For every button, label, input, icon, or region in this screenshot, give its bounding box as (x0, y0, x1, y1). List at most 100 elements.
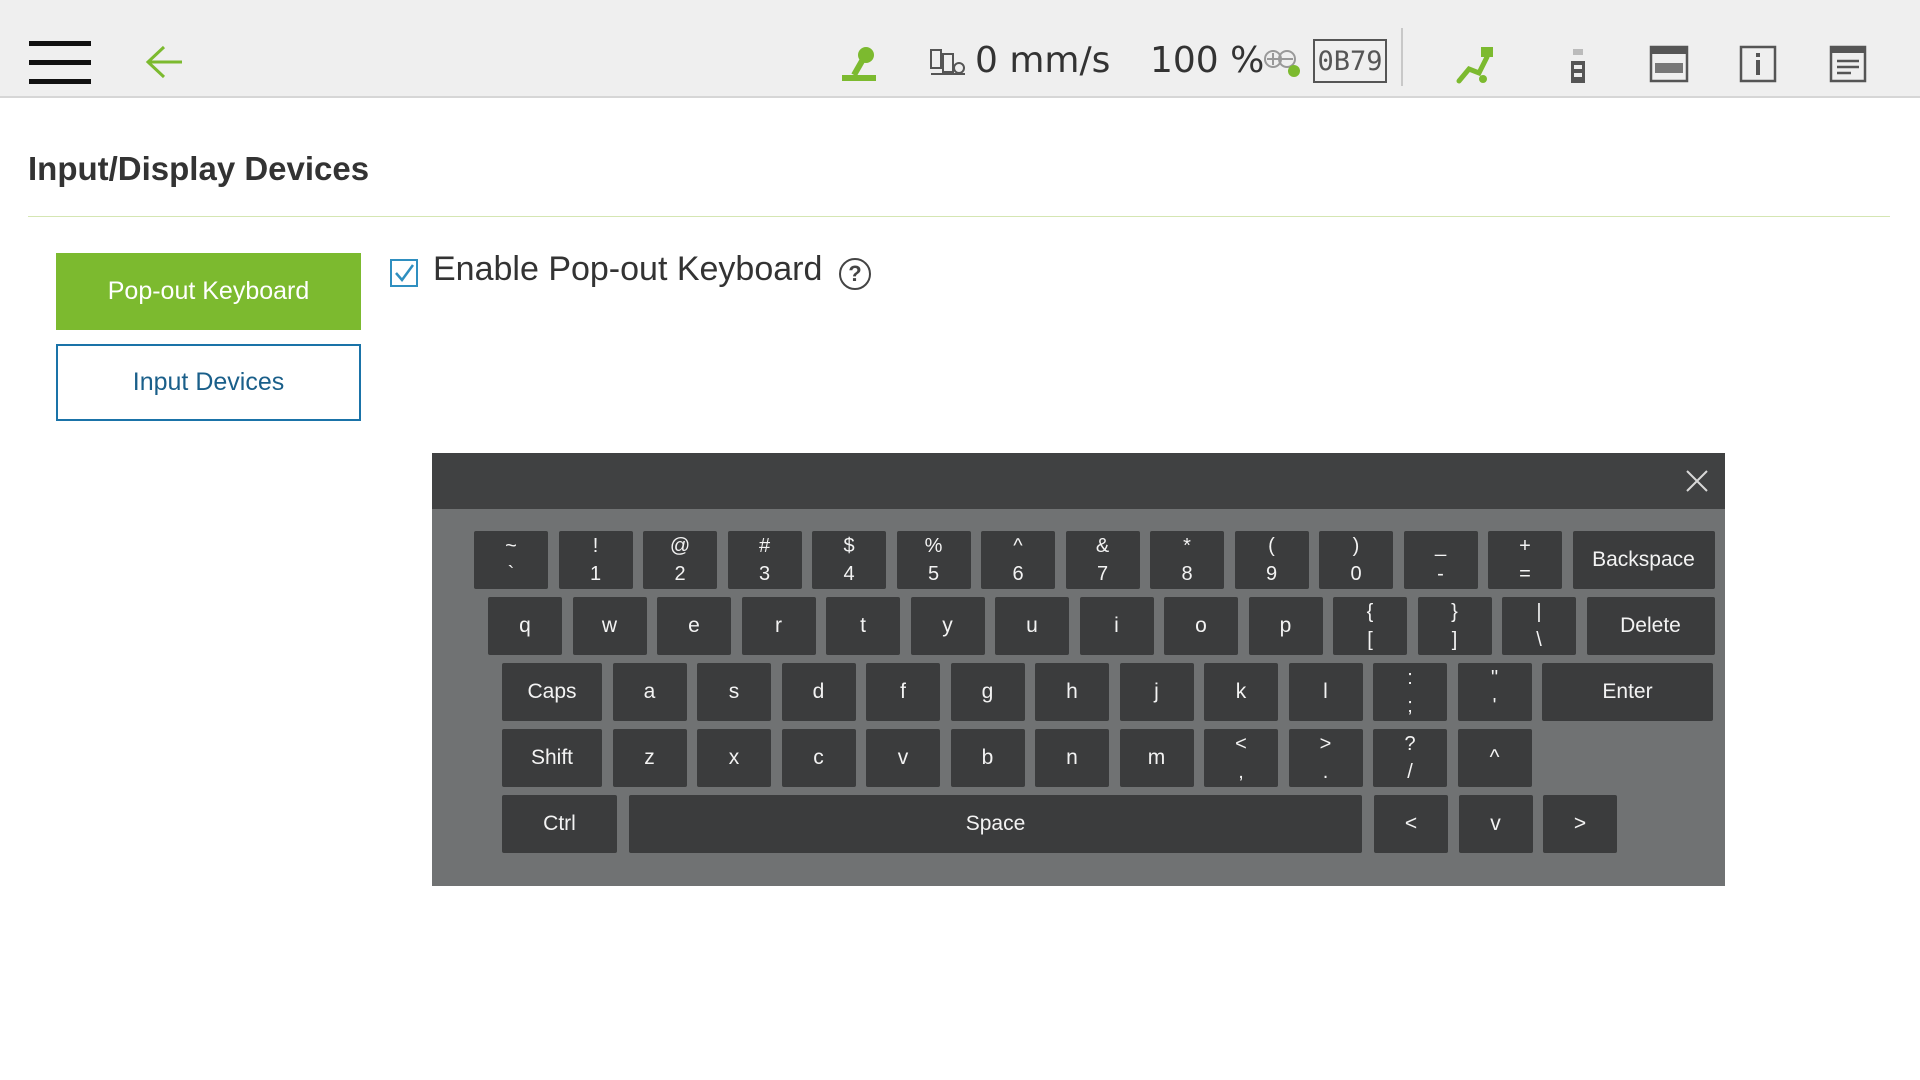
key-dual[interactable]: * 8 (1150, 531, 1224, 589)
key-char[interactable]: w (572, 597, 647, 655)
key-dual[interactable]: <, (1204, 729, 1278, 787)
key-ctrl[interactable]: Ctrl (502, 795, 617, 853)
key-base-symbol: - (1437, 563, 1444, 585)
enable-pop-out-keyboard-label[interactable]: Enable Pop-out Keyboard (433, 250, 822, 289)
key-dual[interactable]: $4 (812, 531, 886, 589)
key-shift-symbol: $ (843, 535, 855, 557)
key-shift-symbol: } (1451, 601, 1458, 623)
key-dual[interactable]: >. (1288, 729, 1363, 787)
key-char[interactable]: e (657, 597, 731, 655)
key-dual[interactable]: % 5 (896, 531, 971, 589)
key-delete[interactable]: Delete (1586, 597, 1715, 655)
key-shift-symbol: ! (592, 535, 599, 557)
key-shift-symbol: @ (669, 535, 691, 557)
key-char[interactable]: y (910, 597, 985, 655)
key-base-symbol: / (1407, 761, 1413, 783)
log-icon[interactable] (1828, 44, 1868, 84)
key-base-symbol: 1 (589, 563, 602, 585)
key-base-symbol: ; (1407, 695, 1413, 717)
back-arrow-icon[interactable] (142, 42, 186, 82)
key-base-symbol: 8 (1181, 563, 1193, 585)
teach-pendant-icon[interactable] (1564, 46, 1594, 86)
key-dual[interactable]: @2 (643, 531, 717, 589)
key-dual[interactable]: #3 (727, 531, 802, 589)
robot-arm-icon[interactable] (1452, 42, 1496, 86)
key-char[interactable]: < (1374, 795, 1448, 853)
key-shift-symbol: " (1490, 667, 1499, 689)
key-base-symbol: [ (1367, 629, 1373, 651)
key-char[interactable]: d (781, 663, 856, 721)
key-char[interactable]: x (697, 729, 771, 787)
key-char[interactable]: s (697, 663, 771, 721)
key-dual[interactable]: }] (1417, 597, 1492, 655)
key-char[interactable]: v (1458, 795, 1533, 853)
key-shift[interactable]: Shift (502, 729, 602, 787)
key-dual[interactable]: ? / (1373, 729, 1447, 787)
key-dual[interactable]: & 7 (1065, 531, 1140, 589)
key-char[interactable]: l (1288, 663, 1363, 721)
key-char[interactable]: p (1248, 597, 1323, 655)
key-enter[interactable]: Enter (1542, 663, 1713, 721)
key-shift-symbol: + (1519, 535, 1531, 557)
checkmark-icon (395, 264, 415, 283)
top-bar: 0 mm/s 100 % 0B79 (0, 0, 1920, 98)
nav-pop-out-keyboard[interactable]: Pop-out Keyboard (56, 253, 361, 330)
key-shift-symbol: * (1183, 535, 1191, 557)
key-shift-symbol: _ (1434, 535, 1447, 557)
key-dual[interactable]: ~ ` (474, 531, 548, 589)
key-dual[interactable]: :; (1373, 663, 1447, 721)
key-char[interactable]: i (1079, 597, 1154, 655)
key-dual[interactable]: {[ (1333, 597, 1407, 655)
key-base-symbol: 2 (674, 563, 686, 585)
key-char[interactable]: ^ (1457, 729, 1532, 787)
key-char[interactable]: r (741, 597, 816, 655)
key-base-symbol: 7 (1096, 563, 1109, 585)
active-tool-id[interactable]: 0B79 (1313, 39, 1387, 83)
hamburger-menu-icon[interactable] (28, 40, 92, 86)
key-shift-symbol: ~ (505, 535, 517, 557)
key-dual[interactable]: ) 0 (1319, 531, 1393, 589)
key-dual[interactable]: | \ (1502, 597, 1576, 655)
key-char[interactable]: a (612, 663, 687, 721)
key-char[interactable]: m (1119, 729, 1194, 787)
key-char[interactable]: q (488, 597, 562, 655)
key-base-symbol: \ (1536, 629, 1542, 651)
key-base-symbol: ' (1492, 695, 1497, 717)
nav-input-devices[interactable]: Input Devices (56, 344, 361, 421)
key-char[interactable]: u (995, 597, 1069, 655)
key-space[interactable]: Space (629, 795, 1362, 853)
key-char[interactable]: j (1119, 663, 1194, 721)
key-shift-symbol: & (1095, 535, 1110, 557)
close-icon[interactable] (1681, 465, 1713, 497)
key-char[interactable]: g (950, 663, 1025, 721)
key-dual[interactable]: ! 1 (558, 531, 633, 589)
key-char[interactable]: v (866, 729, 940, 787)
key-dual[interactable]: (9 (1234, 531, 1309, 589)
help-icon[interactable]: ? (839, 258, 871, 290)
key-char[interactable]: f (866, 663, 940, 721)
key-char[interactable]: b (950, 729, 1025, 787)
key-base-symbol: 6 (1012, 563, 1024, 585)
key-char[interactable]: k (1204, 663, 1278, 721)
key-char[interactable]: > (1543, 795, 1617, 853)
free-drive-icon[interactable] (838, 44, 882, 84)
key-char[interactable]: z (612, 729, 687, 787)
key-shift-symbol: < (1235, 733, 1247, 755)
key-dual[interactable]: ^ 6 (981, 531, 1055, 589)
key-caps[interactable]: Caps (502, 663, 602, 721)
key-dual[interactable]: + = (1488, 531, 1562, 589)
key-dual[interactable]: " ' (1457, 663, 1532, 721)
key-char[interactable]: c (781, 729, 856, 787)
keyboard-display-icon[interactable] (1648, 44, 1690, 84)
key-char[interactable]: n (1035, 729, 1109, 787)
key-char[interactable]: t (826, 597, 900, 655)
key-char[interactable]: h (1035, 663, 1109, 721)
key-base-symbol: , (1238, 761, 1244, 783)
key-char[interactable]: o (1164, 597, 1238, 655)
key-backspace[interactable]: Backspace (1572, 531, 1715, 589)
key-dual[interactable]: _ - (1403, 531, 1478, 589)
enable-pop-out-keyboard-checkbox[interactable] (390, 259, 418, 287)
key-shift-symbol: ^ (1013, 535, 1023, 557)
key-shift-symbol: % (924, 535, 943, 557)
info-icon[interactable] (1738, 44, 1778, 84)
